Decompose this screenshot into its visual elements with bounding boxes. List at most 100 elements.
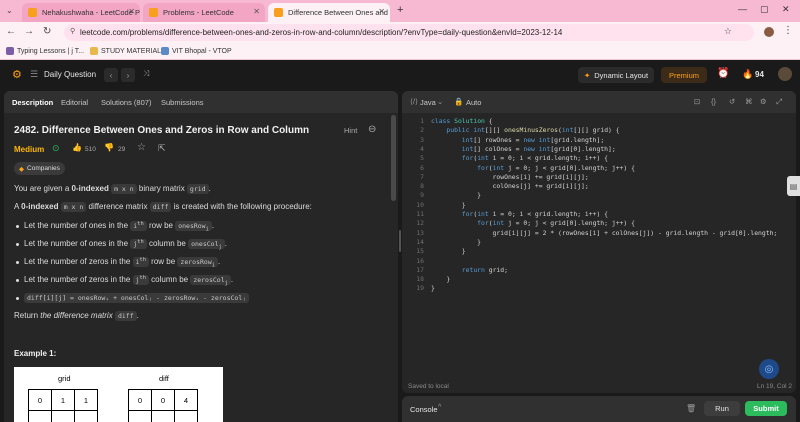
- new-tab-icon[interactable]: +: [397, 4, 403, 16]
- browser-tab-1[interactable]: Nehakushwaha - LeetCode Pro ✕: [22, 3, 140, 22]
- chevron-up-icon[interactable]: ^: [438, 404, 441, 411]
- grid-cell: 1: [51, 389, 75, 411]
- profile-avatar[interactable]: [764, 27, 774, 37]
- formula-code: diff[i][j] = onesRowᵢ + onesColⱼ - zeros…: [24, 293, 250, 303]
- text: onesRow: [178, 222, 206, 231]
- tab-description[interactable]: Description: [12, 98, 53, 107]
- next-problem-button[interactable]: ›: [121, 68, 135, 82]
- problem-title: 2482. Difference Between Ones and Zeros …: [14, 125, 310, 136]
- mode-label[interactable]: Auto: [466, 98, 481, 107]
- daily-question-title[interactable]: Daily Question: [44, 70, 96, 79]
- language-select[interactable]: Java: [420, 98, 436, 107]
- grid-cell: 1: [74, 389, 98, 411]
- description-scrollbar[interactable]: [391, 115, 396, 201]
- text: Let the number of zeros in the: [24, 257, 133, 267]
- code-line: }: [431, 237, 482, 246]
- bookmark-typing-lessons[interactable]: Typing Lessons | j T...: [6, 47, 84, 55]
- line-number: 14: [416, 237, 424, 246]
- braces-icon[interactable]: {}: [711, 97, 716, 106]
- sparkle-icon: ✦: [583, 70, 591, 80]
- grid-cell: 0: [28, 389, 52, 411]
- inline-code: onesRowi: [175, 221, 212, 232]
- superscript: th: [137, 221, 144, 227]
- tab-submissions[interactable]: Submissions: [161, 98, 204, 107]
- dynamic-layout-button[interactable]: ✦ Dynamic Layout: [578, 67, 654, 83]
- like-icon[interactable]: 👍: [72, 143, 82, 152]
- back-icon[interactable]: ←: [6, 26, 16, 37]
- minimize-icon[interactable]: —: [738, 4, 747, 14]
- reset-icon[interactable]: ↺: [729, 97, 735, 106]
- line-number: 15: [416, 247, 424, 256]
- tab-editorial[interactable]: Editorial: [61, 98, 88, 107]
- forward-icon[interactable]: →: [24, 26, 34, 37]
- settings-icon[interactable]: ⚙: [760, 97, 767, 106]
- grid-cell: [74, 410, 98, 422]
- bookmark-study-material[interactable]: STUDY MATERIAL: [90, 47, 161, 55]
- subscript: i: [211, 262, 215, 269]
- shuffle-icon[interactable]: ⤨: [143, 69, 149, 79]
- diff-cell: 0: [128, 389, 152, 411]
- superscript: th: [137, 239, 144, 245]
- timer-icon[interactable]: ⏰: [717, 68, 729, 79]
- bookmark-icon[interactable]: ⊡: [694, 97, 700, 106]
- inline-code: diff: [149, 202, 172, 212]
- prev-problem-button[interactable]: ‹: [104, 68, 118, 82]
- url-input[interactable]: ⚲ leetcode.com/problems/difference-betwe…: [64, 24, 754, 41]
- more-options-icon[interactable]: ⊖: [368, 124, 376, 135]
- dislike-icon[interactable]: 👎: [104, 143, 114, 152]
- close-icon[interactable]: ✕: [378, 7, 385, 16]
- panel-resize-handle[interactable]: [399, 230, 401, 252]
- line-number: 7: [420, 172, 424, 181]
- browser-tab-title: Problems - LeetCode: [163, 8, 234, 17]
- companies-tag[interactable]: ◆ Companies: [14, 162, 65, 175]
- site-info-icon[interactable]: ⚲: [70, 27, 75, 35]
- code-area[interactable]: 1 class Solution {2 public int[][] onesMi…: [402, 113, 796, 373]
- browser-tab-3-active[interactable]: Difference Between Ones and ✕: [268, 3, 390, 22]
- user-avatar[interactable]: [778, 67, 792, 81]
- code-line: return grid;: [461, 265, 508, 274]
- bullet-item: Let the number of ones in the ith row be…: [24, 221, 214, 232]
- subscript: j: [218, 244, 222, 251]
- url-text: leetcode.com/problems/difference-between…: [80, 28, 563, 37]
- fire-icon: 🔥: [742, 69, 754, 79]
- submit-label: Submit: [753, 404, 779, 413]
- text: Let the number of ones in the: [24, 221, 131, 231]
- text: .: [218, 257, 221, 267]
- tab-search-icon[interactable]: ⌄: [6, 6, 13, 15]
- code-line: }: [431, 284, 435, 293]
- description-panel: Description Editorial Solutions (807) Su…: [4, 91, 398, 422]
- premium-button[interactable]: Premium: [661, 67, 707, 83]
- code-line: grid[i][j] = 2 * (rowOnes[i] + colOnes[j…: [431, 228, 778, 237]
- share-icon[interactable]: ⇱: [158, 143, 166, 154]
- close-icon[interactable]: ✕: [253, 7, 260, 16]
- menu-icon[interactable]: ⋮: [783, 25, 793, 36]
- shortcut-icon[interactable]: ⌘: [745, 97, 753, 106]
- text: .: [224, 239, 227, 249]
- reload-icon[interactable]: ↻: [43, 26, 51, 37]
- bookmarks-bar: Typing Lessons | j T... STUDY MATERIAL V…: [0, 43, 800, 60]
- trash-icon[interactable]: 🗑: [686, 404, 696, 413]
- line-number: 13: [416, 228, 424, 237]
- tab-solutions[interactable]: Solutions (807): [101, 98, 151, 107]
- close-icon[interactable]: ✕: [128, 7, 135, 16]
- bookmark-star-icon[interactable]: ☆: [724, 26, 732, 37]
- maximize-icon[interactable]: ▢: [760, 4, 769, 15]
- example-title: Example 1:: [14, 349, 57, 358]
- submit-button[interactable]: Submit: [745, 401, 787, 416]
- favorite-star-icon[interactable]: ☆: [137, 142, 146, 153]
- side-note-icon[interactable]: ▤: [787, 176, 800, 196]
- chat-assistant-button[interactable]: ◎: [759, 359, 779, 379]
- problem-list-icon[interactable]: ☰: [30, 69, 38, 80]
- code-editor-panel: ⟨/⟩ Java ⌄ 🔒 Auto ⊡ {} ↺ ⌘ ⚙ ⤢ 1 class So…: [402, 91, 796, 393]
- console-toggle[interactable]: Console: [410, 405, 438, 414]
- italic-text: the difference matrix: [40, 311, 113, 320]
- hint-button[interactable]: Hint: [344, 126, 357, 135]
- browser-tab-2[interactable]: Problems - LeetCode ✕: [143, 3, 265, 22]
- bookmark-vit-bhopal[interactable]: VIT Bhopal - VTOP: [161, 47, 232, 55]
- bullet: [16, 243, 19, 246]
- run-button[interactable]: Run: [704, 401, 740, 416]
- expand-icon[interactable]: ⤢: [776, 97, 782, 107]
- line-number: 16: [416, 256, 424, 265]
- close-window-icon[interactable]: ✕: [782, 4, 790, 15]
- leetcode-logo-icon[interactable]: ⚙: [12, 68, 22, 81]
